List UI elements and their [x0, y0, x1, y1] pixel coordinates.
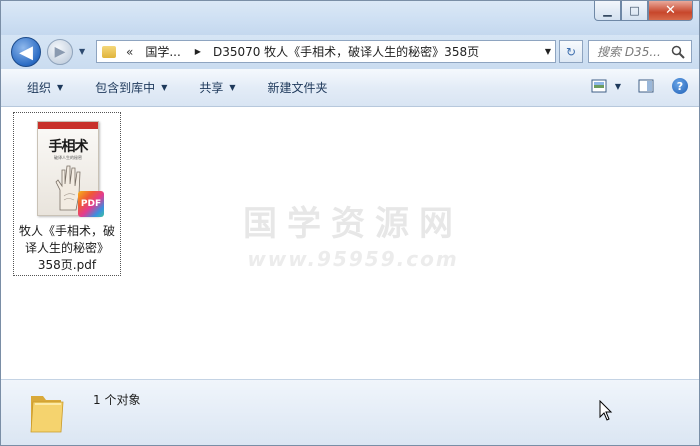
search-placeholder: 搜索 D35... [597, 45, 661, 59]
view-icon [591, 79, 607, 93]
thumbnail-band [38, 122, 98, 129]
share-label: 共享 [199, 81, 224, 95]
new-folder-button[interactable]: 新建文件夹 [256, 75, 340, 101]
change-view-button[interactable]: ▼ [589, 75, 623, 97]
navigation-bar: ◀ ▶ ▼ « 国学... ▶ D35070 牧人《手相术，破译人生的秘密》35… [1, 35, 699, 69]
explorer-window: ▁ □ ✕ ◀ ▶ ▼ « 国学... ▶ D35070 牧人《手相术，破译人生… [0, 0, 700, 446]
window-controls: ▁ □ ✕ [594, 1, 693, 23]
folder-icon [30, 396, 64, 433]
watermark: 国学资源网 www.95959.com [243, 196, 463, 271]
thumbnail-title: 手相术 [48, 139, 89, 155]
file-name-line: 358页.pdf [37, 258, 97, 272]
address-bar[interactable]: « 国学... ▶ D35070 牧人《手相术，破译人生的秘密》358页 ▼ [96, 40, 556, 63]
new-folder-label: 新建文件夹 [267, 81, 328, 95]
caret-down-icon: ▼ [57, 83, 64, 92]
caret-down-icon: ▼ [614, 81, 622, 91]
file-name-line: 译人生的秘密》 [24, 241, 109, 255]
include-in-library-label: 包含到库中 [95, 81, 156, 95]
details-pane: 1 个对象 [1, 379, 699, 445]
back-button[interactable]: ◀ [11, 37, 41, 67]
maximize-button[interactable]: □ [621, 1, 648, 21]
file-name-label: 牧人《手相术，破 译人生的秘密》 358页.pdf [14, 223, 120, 274]
recent-pages-dropdown[interactable]: ▼ [79, 47, 89, 57]
mouse-cursor-icon [599, 400, 613, 421]
include-in-library-menu[interactable]: 包含到库中 ▼ [83, 75, 179, 101]
help-icon: ? [672, 78, 688, 94]
minimize-button[interactable]: ▁ [594, 1, 621, 21]
organize-menu[interactable]: 组织 ▼ [15, 75, 75, 101]
help-button[interactable]: ? [669, 75, 691, 97]
watermark-url: www.95959.com [247, 247, 459, 271]
breadcrumb-parent[interactable]: 国学... [145, 43, 180, 60]
share-menu[interactable]: 共享 ▼ [187, 75, 247, 101]
file-item-pdf[interactable]: 手相术 破译人生的秘密 PDF 牧人《手相术，破 译人生的秘密》 358页.pd… [13, 112, 121, 276]
search-icon[interactable] [671, 45, 685, 59]
forward-button[interactable]: ▶ [47, 39, 73, 65]
file-list-area[interactable]: 国学资源网 www.95959.com 手相术 破译人生的秘密 PDF 牧人《手… [1, 108, 699, 378]
address-dropdown-arrow[interactable]: ▼ [545, 47, 551, 56]
title-bar[interactable]: ▁ □ ✕ [1, 1, 699, 37]
breadcrumb-separator-arrow[interactable]: ▶ [195, 47, 201, 56]
watermark-title: 国学资源网 [243, 204, 463, 244]
search-input[interactable]: 搜索 D35... [588, 40, 692, 63]
thumbnail-subtitle: 破译人生的秘密 [54, 155, 82, 160]
refresh-button[interactable]: ↻ [559, 40, 583, 63]
caret-down-icon: ▼ [161, 83, 168, 92]
file-name-line: 牧人《手相术，破 [18, 224, 115, 238]
close-button[interactable]: ✕ [648, 1, 693, 21]
breadcrumb-current[interactable]: D35070 牧人《手相术，破译人生的秘密》358页 [213, 43, 479, 60]
toolbar-right-group: ▼ ? [589, 75, 691, 97]
folder-icon [102, 45, 116, 58]
preview-pane-icon [638, 79, 654, 93]
caret-down-icon: ▼ [229, 83, 236, 92]
preview-pane-button[interactable] [635, 75, 657, 97]
address-overflow-chevron[interactable]: « [126, 45, 133, 59]
pdf-file-icon: PDF [78, 191, 104, 217]
command-bar: 组织 ▼ 包含到库中 ▼ 共享 ▼ 新建文件夹 ▼ ? [1, 69, 699, 107]
item-count: 1 个对象 [93, 393, 141, 407]
organize-label: 组织 [27, 81, 52, 95]
